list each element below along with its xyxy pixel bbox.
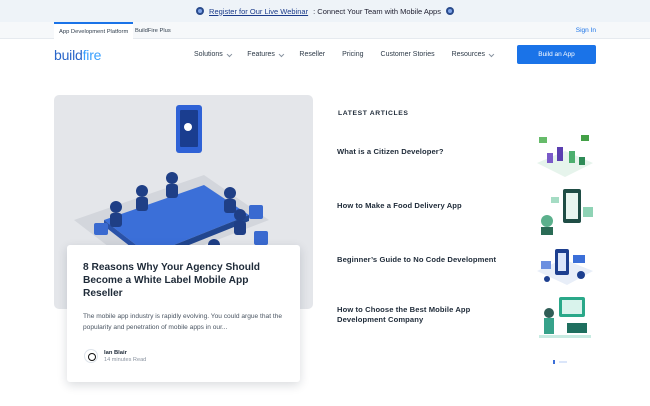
article-title[interactable]: What is a Citizen Developer? — [337, 147, 517, 157]
nav-reseller[interactable]: Reseller — [299, 51, 325, 58]
latest-article-item[interactable]: What is a Citizen Developer? — [337, 135, 597, 177]
article-thumbnail[interactable] — [533, 133, 597, 183]
announcement-text: : Connect Your Team with Mobile Apps — [313, 6, 441, 16]
article-title[interactable]: Beginner’s Guide to No Code Development — [337, 255, 517, 265]
logo-text-fire: fire — [82, 47, 102, 63]
chevron-down-icon — [226, 51, 232, 57]
latest-articles-heading: LATEST ARTICLES — [338, 110, 409, 117]
featured-article-excerpt: The mobile app industry is rapidly evolv… — [83, 313, 283, 331]
buildfire-logo[interactable]: buildfire — [54, 47, 101, 63]
build-an-app-button[interactable]: Build an App — [517, 45, 596, 64]
article-thumbnail[interactable] — [533, 241, 597, 291]
webinar-icon-right — [445, 7, 454, 15]
author-name: Ian Blair — [104, 349, 127, 356]
nav-label: Reseller — [299, 51, 326, 58]
sign-in-link[interactable]: Sign In — [576, 27, 596, 34]
nav-features[interactable]: Features — [247, 51, 284, 58]
nav-pricing[interactable]: Pricing — [342, 51, 363, 58]
tab-buildfire-plus[interactable]: BuildFire Plus — [130, 22, 176, 39]
latest-article-item[interactable]: How to Make a Food Delivery App — [337, 189, 597, 235]
nav-solutions[interactable]: Solutions — [194, 51, 232, 58]
nav-label: Solutions — [194, 51, 223, 58]
announcement-bar: Register for Our Live Webinar : Connect … — [0, 0, 650, 22]
chevron-down-icon — [489, 51, 494, 57]
nav-resources[interactable]: Resources — [451, 51, 494, 58]
tab-app-development-platform[interactable]: App Development Platform — [54, 22, 134, 39]
latest-article-item[interactable]: Beginner’s Guide to No Code Development — [337, 249, 597, 285]
featured-article-card[interactable]: 8 Reasons Why Your Agency Should Become … — [67, 245, 300, 382]
main-navigation: Solutions Features Reseller Pricing Cust… — [194, 51, 510, 58]
article-thumbnail[interactable] — [533, 291, 597, 341]
partial-illustration — [553, 360, 567, 364]
featured-article-title[interactable]: 8 Reasons Why Your Agency Should Become … — [83, 261, 285, 300]
latest-article-item[interactable]: How to Choose the Best Mobile App Develo… — [337, 297, 597, 338]
webinar-icon — [196, 7, 205, 15]
author-info: Ian Blair 14 minutes Read — [84, 349, 146, 363]
chevron-down-icon — [278, 51, 284, 57]
read-time: 14 minutes Read — [104, 356, 147, 363]
nav-label: Customer Stories — [380, 51, 435, 58]
webinar-register-link[interactable]: Register for Our Live Webinar — [209, 7, 308, 16]
article-title[interactable]: How to Make a Food Delivery App — [337, 201, 517, 211]
nav-label: Features — [247, 51, 275, 58]
sub-navigation: App Development Platform BuildFire Plus … — [0, 22, 650, 39]
nav-label: Resources — [451, 51, 486, 58]
article-thumbnail[interactable] — [533, 187, 597, 237]
nav-label: Pricing — [342, 51, 364, 58]
author-avatar — [84, 349, 98, 363]
logo-text-build: build — [54, 47, 83, 63]
article-title[interactable]: How to Choose the Best Mobile App Develo… — [337, 305, 517, 325]
article-thumbnail-partial — [543, 352, 573, 364]
nav-customer-stories[interactable]: Customer Stories — [381, 51, 435, 58]
